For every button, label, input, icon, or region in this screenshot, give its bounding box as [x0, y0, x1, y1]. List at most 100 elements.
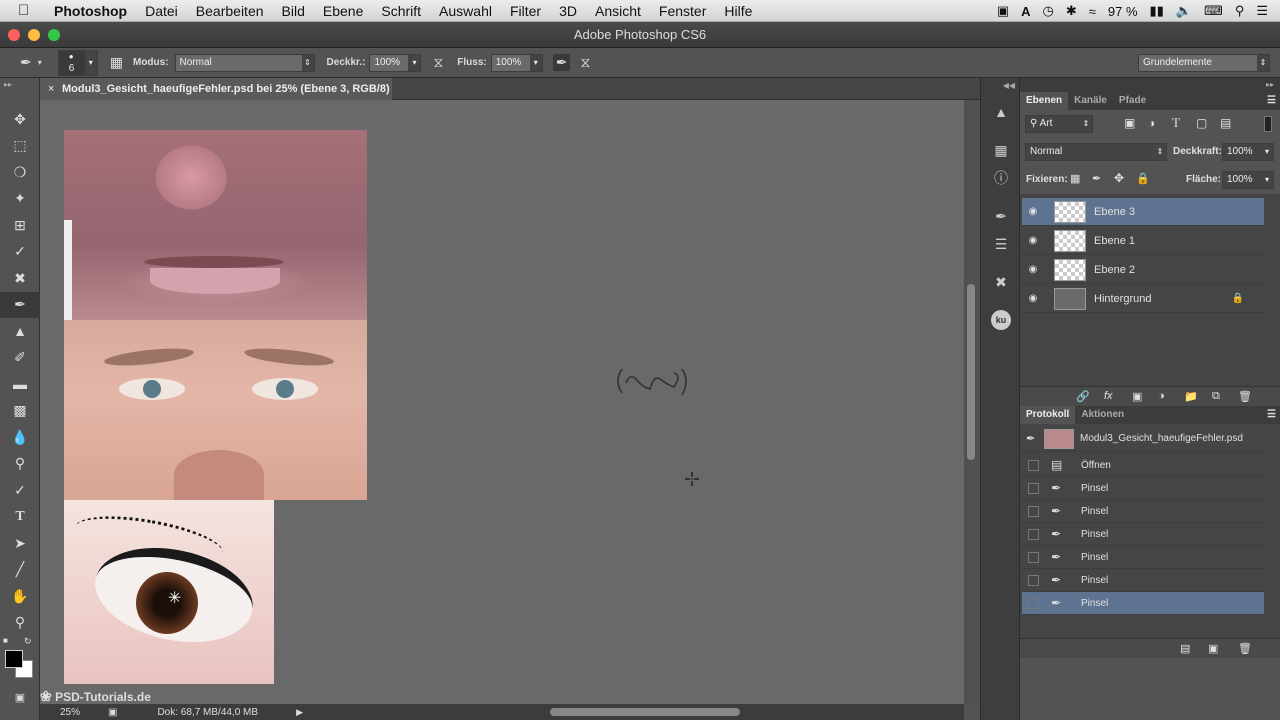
bluetooth-icon[interactable]: ✱ — [1066, 3, 1077, 19]
history-checkbox[interactable] — [1028, 597, 1039, 609]
pressure-size-icon[interactable]: ⧖ — [580, 54, 590, 71]
layer-opacity-input[interactable]: 100% ▾ — [1222, 143, 1274, 161]
menu-hilfe[interactable]: Hilfe — [724, 3, 752, 19]
status-export-icon[interactable]: ▣ — [108, 707, 117, 718]
new-snapshot-icon[interactable]: ▣ — [1208, 642, 1218, 655]
time-machine-icon[interactable]: ◷ — [1043, 3, 1054, 19]
opacity-chevron-icon[interactable]: ▾ — [408, 54, 421, 71]
new-layer-icon[interactable]: ⧉ — [1212, 390, 1220, 403]
line-tool-icon[interactable]: ╱ — [0, 557, 40, 584]
pen-tool-icon[interactable]: ✓ — [0, 477, 40, 504]
blur-tool-icon[interactable]: 💧 — [0, 424, 40, 451]
history-brush-tool-icon[interactable]: ✐ — [0, 345, 40, 372]
strip-collapse-icon[interactable]: ◀◀ — [981, 78, 1019, 98]
brush-panel-toggle-icon[interactable]: ▦ — [110, 54, 123, 71]
brush-presets-icon[interactable]: ✒ — [981, 202, 1021, 230]
hand-tool-icon[interactable]: ✋ — [0, 583, 40, 610]
tab-channels[interactable]: Kanäle — [1068, 92, 1113, 110]
filter-pixel-icon[interactable]: ▣ — [1124, 116, 1135, 130]
flow-chevron-icon[interactable]: ▾ — [529, 54, 542, 71]
magic-wand-tool-icon[interactable]: ✦ — [0, 186, 40, 213]
zoom-tool-icon[interactable]: ⚲ — [0, 610, 40, 637]
airbrush-icon[interactable]: ✒ — [552, 54, 571, 71]
foreground-color-swatch[interactable] — [5, 650, 23, 668]
eraser-tool-icon[interactable]: ▬ — [0, 371, 40, 398]
color-panel-icon[interactable]: ▦ — [981, 136, 1021, 164]
layer-visibility-eye-icon[interactable]: ◉ — [1022, 235, 1044, 246]
layers-panel-menu-icon[interactable]: ☰ — [1267, 92, 1276, 110]
default-colors-icon[interactable]: ■ — [3, 636, 8, 645]
layer-style-fx-icon[interactable]: fx — [1104, 390, 1113, 402]
menu-bild[interactable]: Bild — [282, 3, 305, 19]
delete-layer-icon[interactable]: 🗑 — [1238, 390, 1252, 403]
new-group-icon[interactable]: 📁 — [1184, 390, 1198, 403]
layer-row-ebene-2[interactable]: ◉ Ebene 2 — [1022, 256, 1264, 284]
menu-auswahl[interactable]: Auswahl — [439, 3, 492, 19]
filter-toggle-icon[interactable] — [1264, 116, 1272, 132]
menu-photoshop[interactable]: Photoshop — [54, 3, 127, 19]
toolbar-collapse-icon[interactable]: ▸▸ — [0, 78, 39, 106]
lock-transparency-icon[interactable]: ▦ — [1070, 172, 1080, 185]
menu-fenster[interactable]: Fenster — [659, 3, 706, 19]
menu-bearbeiten[interactable]: Bearbeiten — [196, 3, 264, 19]
opacity-input[interactable]: 100% ▾ — [369, 53, 422, 72]
delete-state-icon[interactable]: 🗑 — [1238, 642, 1252, 655]
history-checkbox[interactable] — [1028, 459, 1039, 471]
layer-opacity-chevron-icon[interactable]: ▾ — [1261, 144, 1273, 160]
histogram-icon[interactable]: ▲ — [981, 98, 1021, 126]
dodge-tool-icon[interactable]: ⚲ — [0, 451, 40, 478]
history-item-brush[interactable]: ✒ Pinsel — [1022, 546, 1264, 569]
history-item-brush[interactable]: ✒ Pinsel — [1022, 523, 1264, 546]
tab-paths[interactable]: Pfade — [1113, 92, 1152, 110]
status-menu-arrow-icon[interactable]: ▶ — [296, 707, 303, 718]
link-layers-icon[interactable]: 🔗 — [1076, 390, 1090, 403]
history-checkbox[interactable] — [1028, 528, 1039, 540]
battery-percent[interactable]: 97 % — [1108, 4, 1138, 19]
keyboard-icon[interactable]: ⌨ — [1204, 3, 1223, 19]
layer-row-ebene-3[interactable]: ◉ Ebene 3 — [1022, 198, 1264, 226]
layer-visibility-eye-icon[interactable]: ◉ — [1022, 206, 1044, 217]
brush-tool-preset-icon[interactable]: ✒ — [20, 54, 32, 71]
close-tab-icon[interactable]: × — [48, 78, 54, 100]
lock-pixels-icon[interactable]: ✒ — [1092, 172, 1101, 185]
menu-datei[interactable]: Datei — [145, 3, 178, 19]
history-panel-menu-icon[interactable]: ☰ — [1267, 406, 1276, 424]
battery-icon[interactable]: ▮▮ — [1150, 3, 1164, 19]
layer-visibility-eye-icon[interactable]: ◉ — [1022, 293, 1044, 304]
history-checkbox[interactable] — [1028, 505, 1039, 517]
tab-actions[interactable]: Aktionen — [1075, 406, 1130, 424]
zoom-level[interactable]: 25% — [60, 707, 100, 718]
panel-collapse-icon[interactable]: ▸▸ — [1020, 78, 1280, 92]
volume-icon[interactable]: 🔈 — [1176, 3, 1192, 19]
healing-brush-tool-icon[interactable]: ✖ — [0, 265, 40, 292]
lock-position-icon[interactable]: ✥ — [1114, 171, 1124, 185]
brush-size-chevron-icon[interactable]: ▾ — [84, 50, 97, 75]
preset-chevron-icon[interactable]: ▾ — [38, 58, 42, 67]
pressure-opacity-icon[interactable]: ⧖ — [433, 54, 443, 71]
vertical-scrollbar[interactable] — [964, 100, 980, 704]
menu-3d[interactable]: 3D — [559, 3, 577, 19]
path-selection-tool-icon[interactable]: ➤ — [0, 530, 40, 557]
wifi-icon[interactable]: ≈ — [1089, 4, 1096, 19]
history-item-brush[interactable]: ✒ Pinsel — [1022, 500, 1264, 523]
fill-input[interactable]: 100% ▾ — [1222, 171, 1274, 189]
notification-icon[interactable]: ☰ — [1256, 3, 1268, 19]
layer-row-ebene-1[interactable]: ◉ Ebene 1 — [1022, 227, 1264, 255]
document-tab[interactable]: × Modul3_Gesicht_haeufigeFehler.psd bei … — [40, 78, 392, 117]
brush-size-picker[interactable]: ● 6 ▾ — [57, 49, 98, 76]
brush-tool-icon[interactable]: ✒ — [0, 291, 40, 318]
menu-filter[interactable]: Filter — [510, 3, 541, 19]
tool-presets-icon[interactable]: ✖ — [981, 268, 1021, 296]
lasso-tool-icon[interactable]: ❍ — [0, 159, 40, 186]
close-window-button[interactable] — [8, 29, 20, 41]
menu-schrift[interactable]: Schrift — [381, 3, 421, 19]
camera-icon[interactable]: ▣ — [997, 3, 1009, 19]
lock-all-icon[interactable]: 🔒 — [1136, 172, 1150, 185]
canvas-area[interactable]: ✳ ❀ PSD-Tutorials.de — [40, 100, 964, 704]
new-document-from-state-icon[interactable]: ▤ — [1180, 642, 1190, 655]
horizontal-scroll-thumb[interactable] — [550, 708, 740, 716]
swap-colors-icon[interactable]: ↻ — [24, 636, 32, 647]
apple-icon[interactable]:  — [18, 3, 38, 18]
tab-layers[interactable]: Ebenen — [1020, 92, 1069, 110]
history-item-brush[interactable]: ✒ Pinsel — [1022, 569, 1264, 592]
